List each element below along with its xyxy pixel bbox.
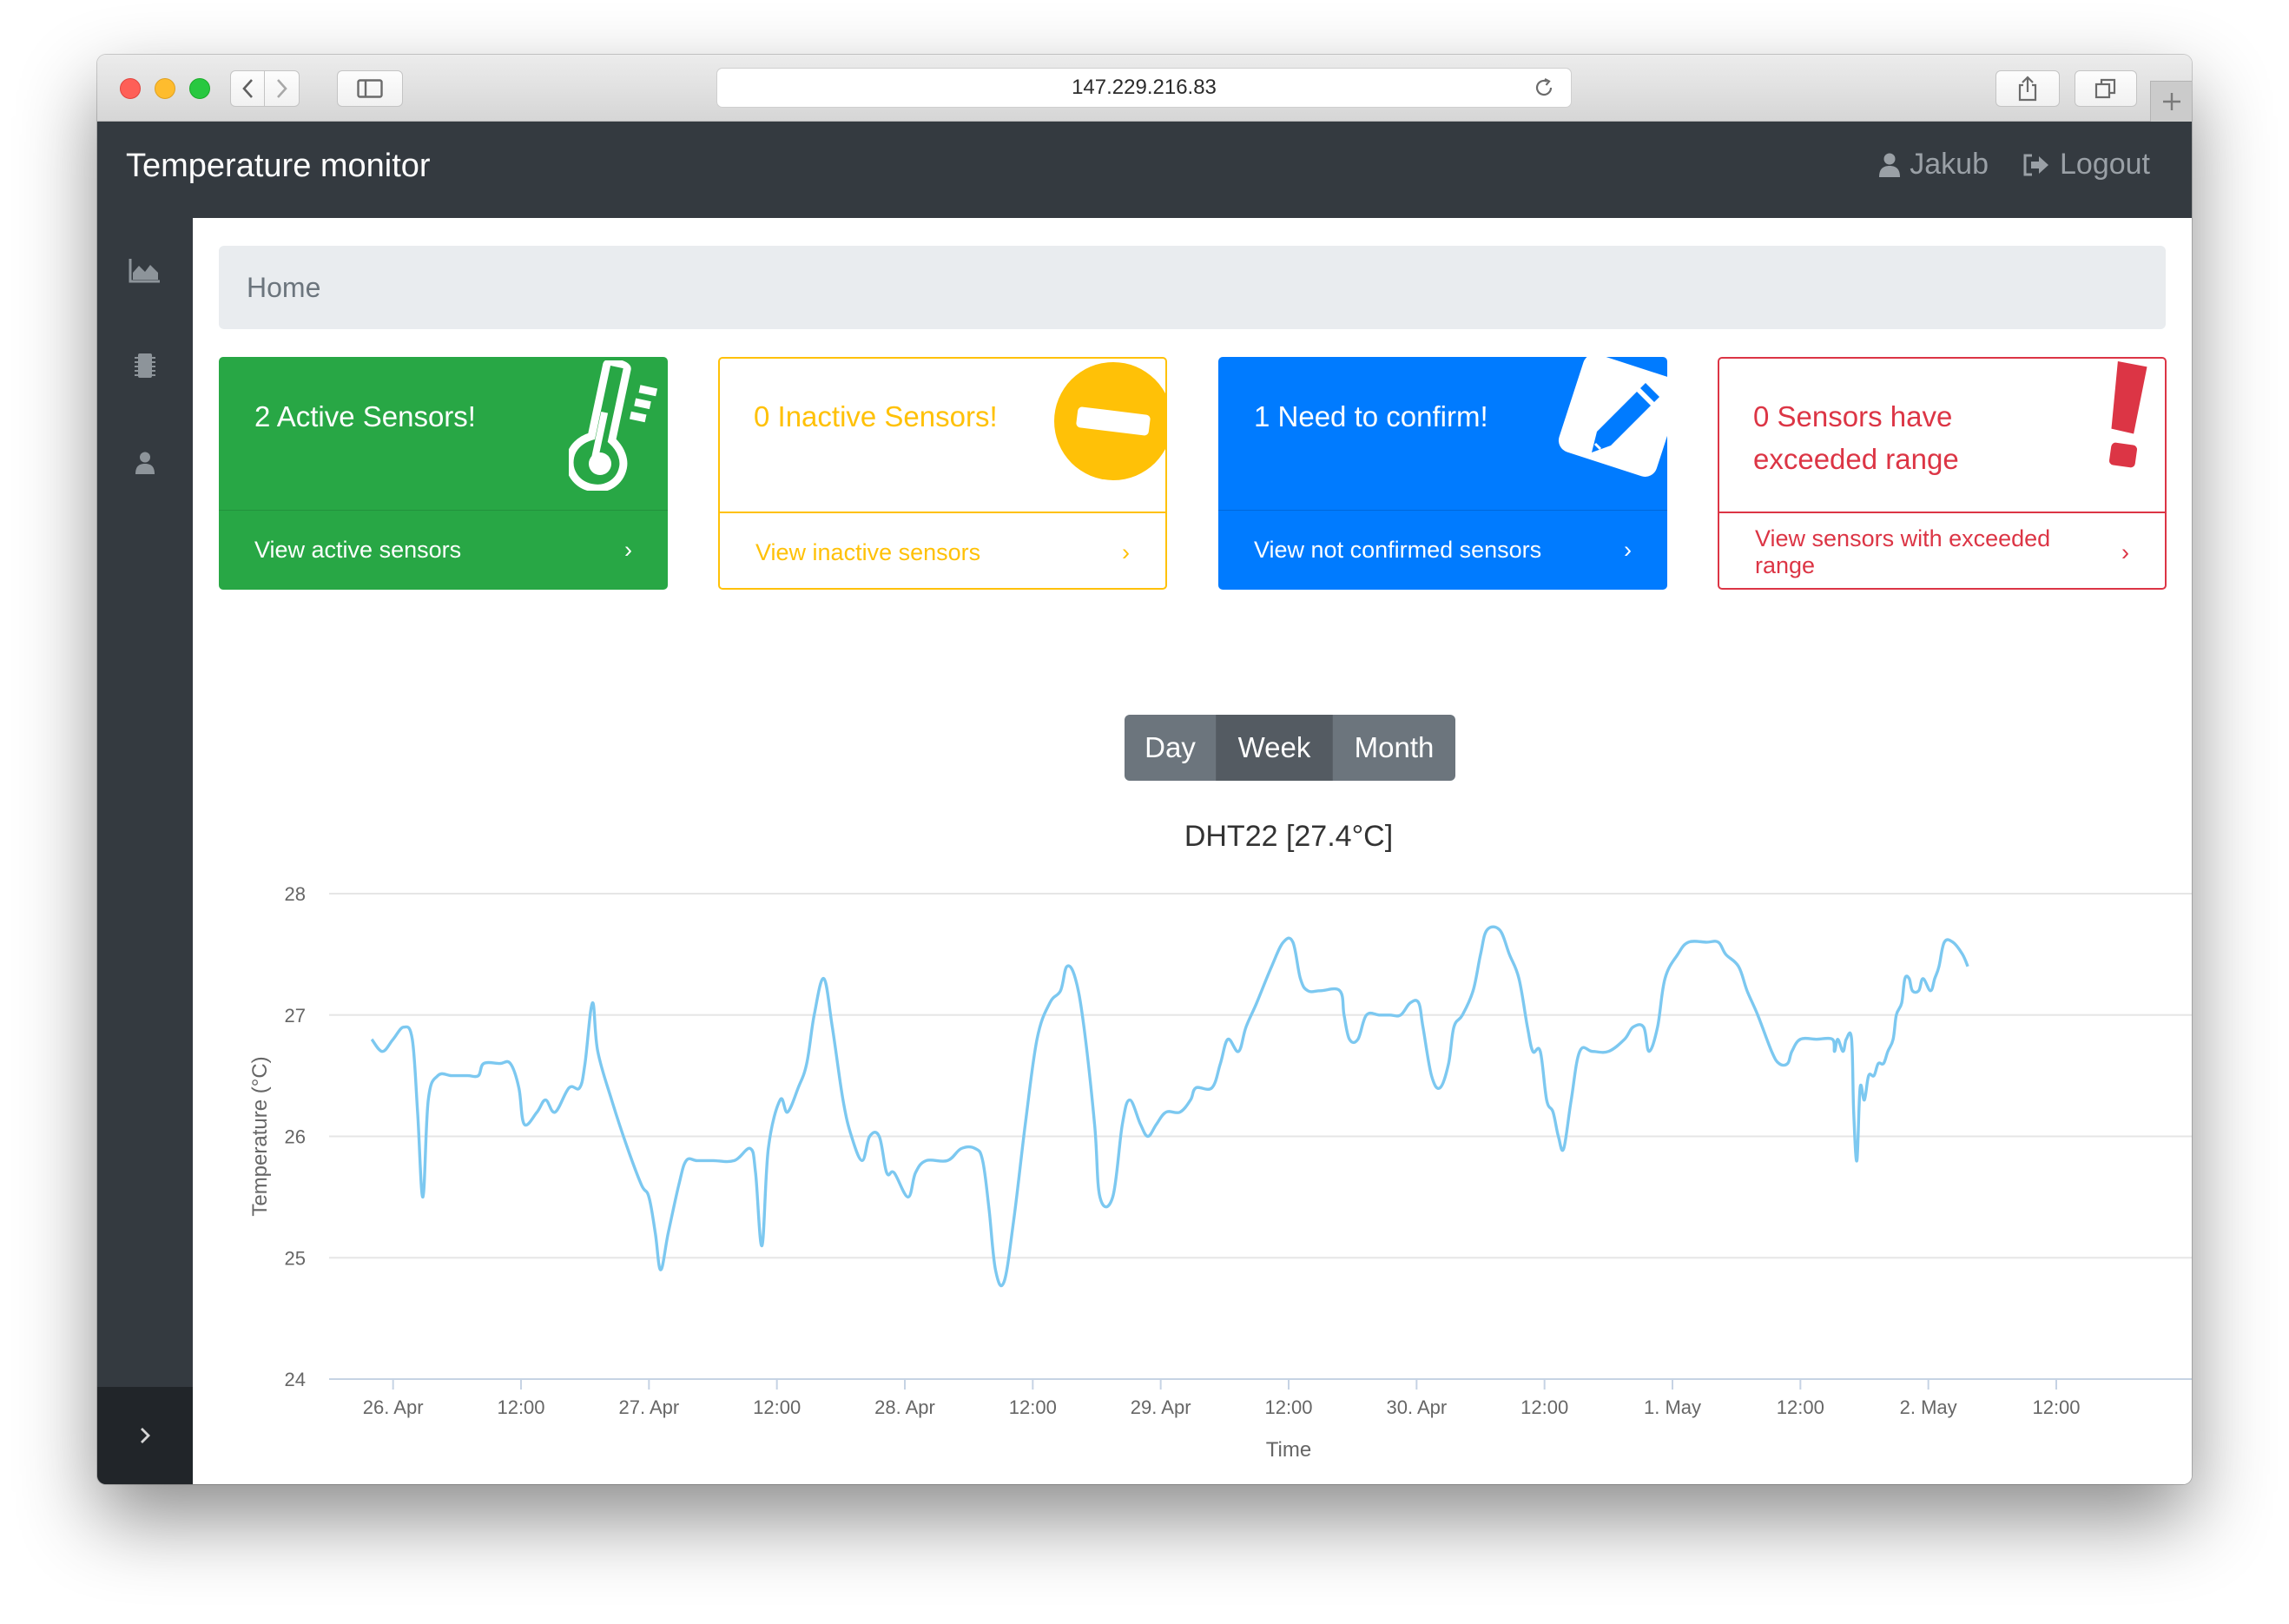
sidebar-item-charts[interactable] — [128, 253, 162, 287]
x-tick-label: 1. May — [1644, 1396, 1701, 1418]
browser-toolbar: 147.229.216.83 — [97, 55, 2192, 122]
x-tick-label: 12:00 — [1264, 1396, 1312, 1418]
plus-icon — [2162, 93, 2180, 110]
user-menu-link[interactable]: Jakub — [1878, 148, 1989, 182]
y-tick-label: 24 — [285, 1369, 306, 1390]
x-tick-label: 12:00 — [1009, 1396, 1057, 1418]
sidebar-toggle-button[interactable] — [97, 1387, 193, 1484]
x-tick-label: 12:00 — [497, 1396, 544, 1418]
x-tick-label: 12:00 — [753, 1396, 801, 1418]
user-icon — [1879, 153, 1901, 177]
user-name: Jakub — [1910, 148, 1989, 181]
chevron-right-icon — [141, 1428, 150, 1443]
area-chart-icon — [129, 259, 160, 283]
logout-link[interactable]: Logout — [2022, 148, 2150, 182]
history-nav-group — [230, 70, 300, 107]
x-tick-label: 12:00 — [1521, 1396, 1568, 1418]
y-axis-label: Temperature (°C) — [248, 1056, 272, 1216]
url-text: 147.229.216.83 — [1072, 76, 1217, 99]
x-tick-label: 29. Apr — [1131, 1396, 1191, 1418]
minimize-window-button[interactable] — [155, 78, 175, 99]
app-navbar: Temperature monitor Jakub Logout — [97, 122, 2192, 218]
x-tick-label: 27. Apr — [618, 1396, 679, 1418]
x-tick-label: 26. Apr — [363, 1396, 424, 1418]
user-icon — [135, 452, 155, 474]
side-navigation — [97, 218, 193, 1484]
main-content: Home 2 Active Sensors! View active senso… — [193, 218, 2192, 1484]
reload-icon[interactable] — [1533, 76, 1555, 99]
x-tick-label: 30. Apr — [1386, 1396, 1447, 1418]
close-window-button[interactable] — [120, 78, 141, 99]
x-tick-label: 2. May — [1900, 1396, 1957, 1418]
chevron-left-icon — [242, 79, 253, 98]
chart-title: DHT22 [27.4°C] — [1184, 820, 1393, 853]
sign-out-icon — [2023, 154, 2048, 175]
new-tab-button[interactable] — [2150, 81, 2192, 122]
x-tick-label: 12:00 — [1777, 1396, 1824, 1418]
app-brand[interactable]: Temperature monitor — [126, 148, 431, 185]
y-tick-label: 26 — [285, 1126, 306, 1148]
forward-button[interactable] — [265, 71, 299, 106]
x-tick-label: 12:00 — [2032, 1396, 2080, 1418]
y-tick-label: 28 — [285, 883, 306, 905]
share-icon — [2018, 76, 2037, 102]
back-button[interactable] — [231, 71, 266, 106]
sidebar-item-sensors[interactable] — [128, 348, 162, 383]
tabs-overview-icon — [2094, 78, 2116, 99]
y-tick-label: 25 — [285, 1247, 306, 1269]
navbar-right: Jakub Logout — [1878, 148, 2150, 182]
address-bar[interactable]: 147.229.216.83 — [716, 68, 1572, 108]
logout-label: Logout — [2060, 148, 2150, 181]
browser-window: 147.229.216.83 Temperature monitor Jakub… — [97, 55, 2192, 1484]
temperature-chart: DHT22 [27.4°C] 24 25 26 27 28 26. Apr 12:00 27. … — [248, 820, 2192, 1462]
share-button[interactable] — [1995, 70, 2060, 107]
show-sidebar-button[interactable] — [337, 70, 403, 107]
zoom-window-button[interactable] — [189, 78, 210, 99]
series-line-0 — [370, 925, 1969, 1288]
chevron-right-icon — [276, 79, 287, 98]
x-tick-label: 28. Apr — [874, 1396, 935, 1418]
y-tick-label: 27 — [285, 1005, 306, 1027]
microchip-icon — [135, 353, 155, 378]
show-tabs-button[interactable] — [2075, 70, 2137, 107]
sidebar-icon — [357, 79, 383, 98]
x-axis-label: Time — [1266, 1438, 1311, 1462]
sidebar-item-users[interactable] — [128, 446, 162, 480]
